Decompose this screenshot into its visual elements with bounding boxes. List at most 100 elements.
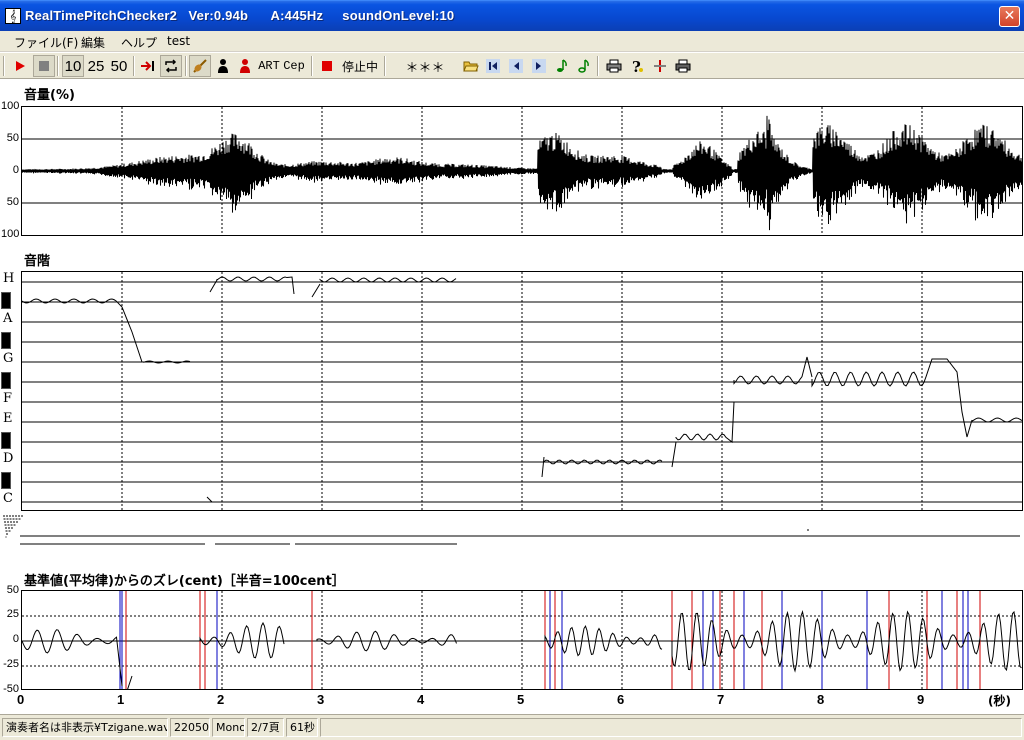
jump-end-button[interactable] [137, 55, 159, 77]
note-label-a: A [3, 311, 13, 326]
time-tick: 9 [917, 692, 925, 707]
time-unit-label: (秒) [988, 694, 1011, 708]
black-key [1, 472, 11, 489]
play-icon [16, 61, 25, 71]
print-preview-button[interactable] [672, 55, 694, 77]
status-file: 演奏者名は非表示¥Tzigane.wav [2, 718, 168, 737]
cep-button[interactable]: Cep [282, 55, 306, 77]
loop-button[interactable] [160, 55, 182, 77]
toolbar-separator [57, 56, 59, 76]
crosshair-button[interactable] [649, 55, 671, 77]
menu-bar: ファイル(F) 編集 ヘルプ test [0, 31, 1024, 52]
toolbar-separator [311, 56, 313, 76]
note-label-e: E [3, 411, 13, 426]
deviation-tick: 50 [6, 584, 19, 596]
black-key [1, 332, 11, 349]
next-page-button[interactable] [528, 55, 550, 77]
black-key [1, 372, 11, 389]
music-note-icon [557, 59, 567, 72]
note-timeline-marks [3, 515, 1020, 545]
status-sample-rate: 22050 [170, 718, 210, 737]
toolbar-grip [3, 56, 5, 76]
volume-tick: 100 [1, 228, 20, 240]
pitch-scale-chart[interactable] [21, 271, 1023, 511]
open-file-button[interactable] [460, 55, 482, 77]
menu-test[interactable]: test [167, 34, 190, 48]
performer-button[interactable] [212, 55, 234, 77]
printer-alt-icon [675, 59, 691, 73]
time-tick: 3 [317, 692, 325, 707]
stop-red-icon [322, 61, 332, 71]
volume-tick: 100 [1, 100, 20, 112]
person-red-icon [240, 59, 250, 73]
note-label-h: H [3, 271, 15, 286]
time-tick: 8 [817, 692, 825, 707]
performer-red-button[interactable] [234, 55, 256, 77]
crosshair-icon [654, 60, 666, 72]
status-channels: Mono [212, 718, 245, 737]
folder-open-icon [463, 61, 479, 72]
status-empty [320, 718, 1022, 737]
black-key [1, 432, 11, 449]
treble-clef-icon[interactable]: 𝄞 [5, 8, 21, 24]
window-title: RealTimePitchChecker2 Ver:0.94b A:445Hz … [25, 8, 455, 23]
time-tick: 4 [417, 692, 425, 707]
toolbar-separator [133, 56, 135, 76]
play-button[interactable] [9, 55, 31, 77]
note-timeline[interactable] [0, 514, 1024, 556]
time-tick: 5 [517, 692, 525, 707]
status-page: 2/7頁 [247, 718, 284, 737]
chevron-left-icon [509, 59, 523, 73]
art-button[interactable]: ART [257, 55, 281, 77]
stop-icon [39, 61, 49, 71]
deviation-grid [22, 591, 1022, 689]
time-tick: 0 [17, 692, 25, 707]
time-tick: 7 [717, 692, 725, 707]
arrow-to-bar-icon [141, 61, 154, 71]
range-10-button[interactable]: 10 [62, 55, 84, 77]
volume-waveform-chart[interactable] [21, 106, 1023, 236]
deviation-title: 基準値(平均律)からのズレ(cent)［半音=100cent］ [24, 574, 345, 589]
cent-deviation-chart[interactable] [21, 590, 1023, 690]
menu-edit[interactable]: 編集 [81, 34, 105, 51]
note-label-c: C [3, 491, 13, 506]
violin-mode-button[interactable] [189, 55, 211, 77]
note-display: ＊＊＊ [405, 60, 445, 76]
menu-help[interactable]: ヘルプ [121, 34, 157, 51]
close-button[interactable]: ✕ [999, 6, 1020, 27]
range-50-button[interactable]: 50 [108, 55, 130, 77]
time-tick: 2 [217, 692, 225, 707]
chevron-right-icon [532, 59, 546, 73]
status-label: 停止中 [341, 59, 378, 74]
volume-tick: 0 [12, 164, 19, 176]
stop-button[interactable] [33, 55, 55, 77]
volume-title: 音量(%) [24, 88, 75, 103]
toolbar-separator [597, 56, 599, 76]
deviation-tick: 0 [12, 633, 19, 645]
question-icon: ? [632, 58, 643, 74]
first-page-button[interactable] [482, 55, 504, 77]
person-icon [218, 59, 228, 73]
record-stop-button[interactable] [316, 55, 338, 77]
black-key [1, 292, 11, 309]
status-duration: 61秒 [286, 718, 318, 737]
printer-icon [606, 59, 622, 73]
range-25-button[interactable]: 25 [85, 55, 107, 77]
note-green-alt-button[interactable] [573, 55, 595, 77]
prev-page-button[interactable] [505, 55, 527, 77]
note-label-g: G [3, 351, 14, 366]
title-bar[interactable]: 𝄞 RealTimePitchChecker2 Ver:0.94b A:445H… [0, 0, 1024, 31]
time-tick: 6 [617, 692, 625, 707]
music-note-outline-icon [578, 59, 589, 73]
help-button[interactable]: ? [626, 55, 648, 77]
menu-file[interactable]: ファイル(F) [14, 34, 78, 51]
status-bar: 演奏者名は非表示¥Tzigane.wav 22050 Mono 2/7頁 61秒 [0, 714, 1024, 740]
svg-text:?: ? [632, 58, 641, 74]
scale-title: 音階 [24, 254, 51, 269]
note-label-d: D [3, 451, 14, 466]
print-button[interactable] [603, 55, 625, 77]
toolbar: 10 25 50 ART Cep 停止中 ＊＊＊ ? [0, 53, 1024, 79]
note-green-button[interactable] [551, 55, 573, 77]
toolbar-separator [185, 56, 187, 76]
skip-back-icon [486, 59, 500, 73]
